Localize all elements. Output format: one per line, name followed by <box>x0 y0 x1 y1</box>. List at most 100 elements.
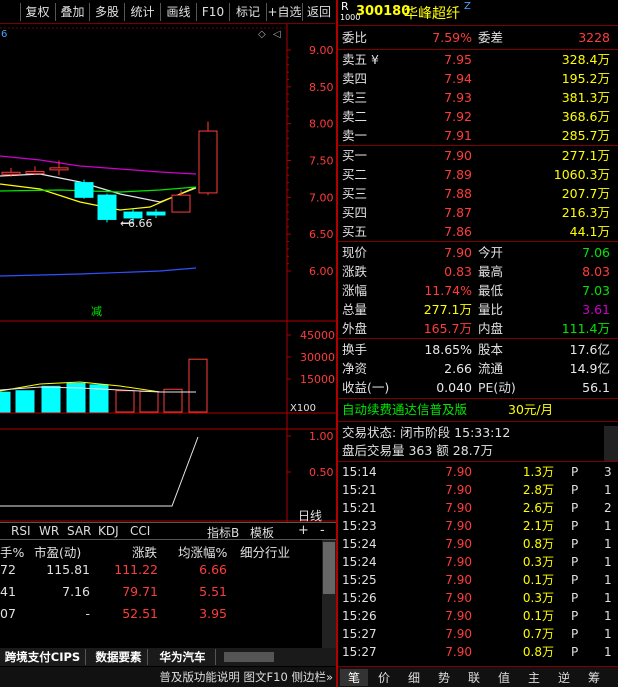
arrow-icon: ← <box>120 217 129 230</box>
price-tick: 8.00 <box>309 118 334 131</box>
volume-bar[interactable] <box>15 390 35 413</box>
fund-row: 净资 2.66 流通 14.9亿 <box>342 361 610 376</box>
quote-row: 总量 277.1万 量比 3.61 <box>342 302 610 317</box>
detail-tab-2[interactable]: 细 <box>400 669 428 686</box>
quote-panel: R 1000 300180 华峰超纤 Z 委比 7.59% 委差 3228 自动… <box>336 0 618 687</box>
volume-unit: X100 <box>290 403 316 414</box>
toolbar-1[interactable]: 叠加 <box>55 3 89 21</box>
volume-bar[interactable] <box>0 391 11 413</box>
candle[interactable] <box>146 211 166 216</box>
table-row[interactable]: 72 115.81 111.22 6.66 <box>0 562 320 582</box>
sector-tab-2[interactable]: 华为汽车 <box>150 649 216 665</box>
toolbar-7[interactable]: +自选 <box>266 3 302 21</box>
bid-row-1: 买一 7.90 277.1万 <box>342 148 610 163</box>
stock-name: 华峰超纤 <box>404 6 460 22</box>
table-row[interactable]: 41 7.16 79.71 5.51 <box>0 584 320 604</box>
fund-row: 换手 18.65% 股本 17.6亿 <box>342 342 610 357</box>
detail-tab-8[interactable]: 筹 <box>580 669 608 686</box>
tick-row: 15:24 7.90 0.8万 P 1 <box>342 537 612 551</box>
tabs-scrollbar[interactable] <box>224 652 274 662</box>
sector-tab-0[interactable]: 跨境支付CIPS <box>0 649 86 665</box>
toolbar-0[interactable]: 复权 <box>20 3 54 21</box>
svg-text:6: 6 <box>1 29 7 40</box>
indicator-tab-wr[interactable]: WR <box>39 524 59 538</box>
fund-row: 收益(一) 0.040 PE(动) 56.1 <box>342 380 610 395</box>
candle[interactable] <box>25 171 45 175</box>
quote-row: 涨跌 0.83 最高 8.03 <box>342 264 610 279</box>
jian-marker: 减 <box>91 305 102 318</box>
indicator-tab-cci[interactable]: CCI <box>130 524 150 538</box>
detail-tab-7[interactable]: 逆 <box>550 669 578 686</box>
price-tick: 6.00 <box>309 265 334 278</box>
volume-tick: 30000 <box>300 351 335 364</box>
detail-tab-0[interactable]: 笔 <box>340 669 368 686</box>
volume-bar[interactable] <box>41 385 61 413</box>
sector-header-1: 市盈(动) <box>34 545 82 560</box>
toolbar-4[interactable]: 画线 <box>160 3 196 21</box>
bid-row-2: 买二 7.89 1060.3万 <box>342 167 610 182</box>
toolbar-5[interactable]: F10 <box>196 3 229 21</box>
detail-tab-3[interactable]: 势 <box>430 669 458 686</box>
candle[interactable] <box>49 167 69 171</box>
indicator-tab-kdj[interactable]: KDJ <box>98 524 119 538</box>
dayline-label[interactable]: 日线 <box>298 509 322 523</box>
bid-row-5: 买五 7.86 44.1万 <box>342 224 610 239</box>
toolbar-6[interactable]: 标记 <box>229 3 266 21</box>
tick-scrollbar[interactable] <box>604 426 618 462</box>
kline-chart[interactable]: ◇ ◁ 6 9.00 8.50 8.00 7.50 7.00 6.50 6.00 6.66 ← 减 450… <box>0 24 336 526</box>
ask-row-4: 卖四 7.94 195.2万 <box>342 71 610 86</box>
detail-tab-5[interactable]: 值 <box>490 669 518 686</box>
indicator-tick: 1.00 <box>309 430 334 443</box>
tick-row: 15:26 7.90 0.1万 P 1 <box>342 609 612 623</box>
price-tick: 7.50 <box>309 155 334 168</box>
after-hours: 盘后交易量 363 额 28.7万 <box>342 443 494 458</box>
indicator-tab-rsi[interactable]: RSI <box>11 524 31 538</box>
sector-header-2: 涨跌 <box>132 545 158 560</box>
volume-bar[interactable] <box>188 358 208 413</box>
help-bar[interactable]: 普及版功能说明 图文F10 侧边栏» <box>0 667 336 687</box>
tick-row: 15:25 7.90 0.1万 P 1 <box>342 573 612 587</box>
add-indicator-button[interactable]: + <box>298 523 309 538</box>
low-annotation: 6.66 <box>128 217 153 230</box>
toolbar: 复权 叠加 多股 统计 画线 F10 标记 +自选 返回 <box>0 0 335 24</box>
sector-header-3: 均涨幅% <box>178 545 228 560</box>
ask-row-3: 卖三 7.93 381.3万 <box>342 90 610 105</box>
z-mark: Z <box>464 1 471 12</box>
tick-row: 15:21 7.90 2.8万 P 1 <box>342 483 612 497</box>
volume-bar[interactable] <box>139 390 159 413</box>
tick-row: 15:27 7.90 0.8万 P 1 <box>342 645 612 659</box>
price-tick: 7.00 <box>309 191 334 204</box>
sector-tab-1[interactable]: 数据要素 <box>90 649 148 665</box>
sector-header-0: 手% <box>0 545 25 560</box>
toolbar-3[interactable]: 统计 <box>124 3 160 21</box>
volume-tick: 15000 <box>300 373 335 386</box>
chart-canvas[interactable]: ◇ ◁ 6 9.00 8.50 8.00 7.50 7.00 6.50 6.00 6.66← 减 450… <box>0 24 336 526</box>
candle[interactable] <box>198 130 218 194</box>
volume-bar[interactable] <box>115 390 135 413</box>
detail-tab-6[interactable]: 主 <box>520 669 548 686</box>
ad-banner[interactable]: 自动续费通达信普及版 30元/月 <box>338 401 618 419</box>
weibi-row: 委比 7.59% 委差 3228 <box>342 30 610 45</box>
bid-row-4: 买四 7.87 216.3万 <box>342 205 610 220</box>
table-row[interactable]: 07-52.51 3.95 <box>0 606 320 626</box>
detail-tab-4[interactable]: 联 <box>460 669 488 686</box>
price-tick: 6.50 <box>309 228 334 241</box>
tick-row: 15:21 7.90 2.6万 P 2 <box>342 501 612 515</box>
candle[interactable] <box>74 182 94 198</box>
sector-scrollbar[interactable] <box>322 540 336 648</box>
template-button[interactable]: 模板 <box>250 524 274 541</box>
candle[interactable] <box>1 171 21 175</box>
indicator-tab-sar[interactable]: SAR <box>67 524 91 538</box>
tick-row: 15:24 7.90 0.3万 P 1 <box>342 555 612 569</box>
candle[interactable] <box>171 194 191 213</box>
candle[interactable] <box>97 194 117 220</box>
ask-row-2: 卖二 7.92 368.6万 <box>342 109 610 124</box>
toolbar-8[interactable]: 返回 <box>302 3 335 21</box>
toolbar-2[interactable]: 多股 <box>89 3 124 21</box>
diamond-icon[interactable]: ◇ <box>258 29 266 40</box>
indicator-b-button[interactable]: 指标B <box>207 524 239 541</box>
detail-tab-1[interactable]: 价 <box>370 669 398 686</box>
collapse-icon[interactable]: ◁ <box>273 29 281 40</box>
volume-bar[interactable] <box>163 388 183 413</box>
remove-indicator-button[interactable]: - <box>320 523 325 538</box>
